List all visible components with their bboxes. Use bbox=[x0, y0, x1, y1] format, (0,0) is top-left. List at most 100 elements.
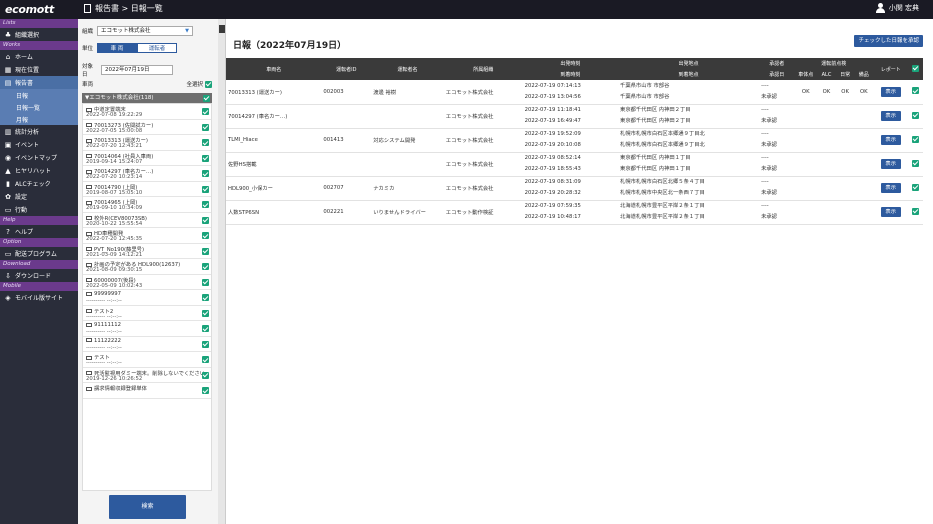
vehicle-checkbox[interactable] bbox=[202, 294, 209, 301]
vehicle-checkbox[interactable] bbox=[202, 371, 209, 379]
vehicle-list-item[interactable]: 70014965 (上岡) 2019-09-10 10:34:09 bbox=[83, 197, 211, 213]
vehicle-list-item[interactable]: 99999997 ---------- --:--:-- bbox=[83, 290, 211, 306]
col-driver[interactable]: 運転者名 bbox=[371, 58, 444, 80]
vehicle-list-item[interactable]: HD車種開発 2022-07-20 12:45:35 bbox=[83, 228, 211, 244]
vehicle-list-item[interactable]: 11122222 ---------- --:--:-- bbox=[83, 337, 211, 352]
col-departure-place[interactable]: 出発地点 bbox=[618, 58, 759, 69]
ecomott-logo[interactable]: ecomott bbox=[5, 3, 54, 16]
col-approve-date[interactable]: 承認日 bbox=[759, 69, 794, 80]
show-report-button[interactable]: 表示 bbox=[880, 183, 901, 193]
row-checkbox[interactable] bbox=[912, 111, 920, 119]
unit-driver-button[interactable]: 運転者 bbox=[137, 43, 177, 53]
vehicle-list-item[interactable]: 70014297 (車名カー…) 2022-07-20 10:23:14 bbox=[83, 166, 211, 182]
row-checkbox[interactable] bbox=[912, 183, 920, 191]
vehicle-list-item[interactable]: 計画の予定がある HDL900(12637) 2021-08-09 09:30:1… bbox=[83, 259, 211, 275]
unit-vehicle-button[interactable]: 車 両 bbox=[97, 43, 137, 53]
sidebar-item[interactable]: ▥ 統計分析 bbox=[0, 125, 78, 138]
org-select[interactable]: エコモット株式会社 ▼ bbox=[97, 26, 193, 36]
vehicle-checkbox[interactable] bbox=[202, 185, 209, 193]
vehicle-checkbox[interactable] bbox=[202, 340, 209, 348]
cell-line: 北海道札幌市豊平区平岸２条１丁目 bbox=[620, 214, 705, 220]
show-report-button[interactable]: 表示 bbox=[880, 135, 901, 145]
vehicle-checkbox[interactable] bbox=[202, 154, 209, 162]
sidebar-item[interactable]: ? ヘルプ bbox=[0, 225, 78, 238]
sidebar-item[interactable]: ⌂ ホーム bbox=[0, 50, 78, 63]
sidebar-item[interactable]: ◈ モバイル版サイト bbox=[0, 291, 78, 304]
sidebar-item[interactable]: ⇩ ダウンロード bbox=[0, 269, 78, 282]
vehicle-checkbox[interactable] bbox=[202, 247, 209, 255]
col-departure-time[interactable]: 出発時刻 bbox=[523, 58, 618, 69]
vehicle-checkbox[interactable] bbox=[202, 325, 209, 332]
cell-driver-id: 002221 bbox=[321, 200, 372, 225]
collapse-arrow-icon[interactable] bbox=[219, 25, 225, 33]
sidebar-item[interactable]: ✿ 設定 bbox=[0, 190, 78, 203]
select-all[interactable]: 全選択 bbox=[186, 80, 212, 88]
sidebar-item[interactable]: ▤ 報告書 bbox=[0, 76, 78, 89]
sidebar-item[interactable]: ◉ イベントマップ bbox=[0, 151, 78, 164]
row-checkbox[interactable] bbox=[912, 87, 920, 95]
sidebar-item[interactable]: ♣ 組織選択 bbox=[0, 28, 78, 41]
user-menu[interactable]: 小関 宏典 bbox=[875, 3, 919, 13]
vehicle-checkbox[interactable] bbox=[202, 356, 209, 363]
report-table: 車両名 運転者ID 運転者名 所属組織 出発時刻 出発地点 承認者 運転前点検 … bbox=[226, 58, 923, 225]
vehicle-list-item[interactable]: 70014790 (上岡) 2019-08-07 15:05:10 bbox=[83, 182, 211, 197]
col-approver[interactable]: 承認者 bbox=[759, 58, 794, 69]
panel-collapse-bar[interactable] bbox=[218, 19, 226, 524]
sidebar-item[interactable]: ▲ ヒヤリハット bbox=[0, 164, 78, 177]
vehicle-checkbox[interactable] bbox=[202, 216, 209, 224]
vehicle-list-item[interactable]: 校外R(CEV80073SB) 2020-10-22 15:55:54 bbox=[83, 213, 211, 228]
sidebar-item[interactable]: 日報 bbox=[0, 89, 78, 101]
header-checkbox[interactable] bbox=[912, 64, 920, 72]
group-checkbox[interactable] bbox=[203, 94, 210, 102]
row-checkbox[interactable] bbox=[912, 159, 920, 167]
show-report-button[interactable]: 表示 bbox=[880, 207, 901, 217]
cell-text: OK bbox=[859, 88, 868, 95]
vehicle-list-item[interactable]: 70014064 (社員入車両) 2019-09-14 15:24:07 bbox=[83, 151, 211, 166]
vehicle-checkbox[interactable] bbox=[202, 139, 209, 146]
sidebar-item[interactable]: ▭ 配送プログラム bbox=[0, 247, 78, 260]
cell-check-result bbox=[794, 200, 818, 225]
vehicle-list[interactable]: 中道定置端末 2022-07-08 19:22:29 70013273 (佐間試カー… bbox=[82, 103, 212, 491]
vehicle-list-item[interactable]: 死活監視用ダミー端末。削除しないでください。 2019-12-26 10:26:5… bbox=[83, 368, 211, 383]
col-org[interactable]: 所属組織 bbox=[444, 58, 523, 80]
sidebar-item[interactable]: 日報一覧 bbox=[0, 101, 78, 113]
sidebar-item[interactable]: ▮ ALCチェック bbox=[0, 177, 78, 190]
vehicle-checkbox[interactable] bbox=[202, 309, 209, 317]
vehicle-list-item[interactable]: PVT_No190(藤里号) 2021-03-09 14:12:21 bbox=[83, 244, 211, 259]
row-checkbox[interactable] bbox=[912, 135, 920, 143]
vehicle-checkbox[interactable] bbox=[202, 387, 209, 394]
col-arrival-place[interactable]: 到着地点 bbox=[618, 69, 759, 80]
show-report-button[interactable]: 表示 bbox=[880, 111, 901, 121]
col-arrival-time[interactable]: 到着時刻 bbox=[523, 69, 618, 80]
sidebar-item[interactable]: 月報 bbox=[0, 113, 78, 125]
vehicle-list-item[interactable]: 中道定置端末 2022-07-08 19:22:29 bbox=[83, 104, 211, 120]
vehicle-list-item[interactable]: 70013313 (運送カー) 2022-07-20 12:43:21 bbox=[83, 135, 211, 151]
show-report-button[interactable]: 表示 bbox=[880, 86, 901, 97]
vehicle-list-item[interactable]: 70013273 (佐間試カー) 2022-07-05 15:00:08 bbox=[83, 120, 211, 135]
row-checkbox[interactable] bbox=[912, 207, 920, 215]
vehicle-checkbox[interactable] bbox=[202, 123, 209, 131]
col-driver-id[interactable]: 運転者ID bbox=[321, 58, 371, 80]
vehicle-checkbox[interactable] bbox=[202, 278, 209, 286]
show-report-button[interactable]: 表示 bbox=[880, 159, 901, 169]
vehicle-list-item[interactable]: テスト2 ---------- --:--:-- bbox=[83, 306, 211, 321]
vehicle-group-header[interactable]: ▼エコモット株式会社(118) bbox=[82, 93, 212, 103]
date-input[interactable]: 2022年07月19日 bbox=[101, 65, 173, 75]
col-vehicle[interactable]: 車両名 bbox=[226, 58, 321, 80]
approve-checked-button[interactable]: チェックした日報を承認 bbox=[854, 35, 923, 47]
vehicle-name-text: 講求情報収録登録単体 bbox=[94, 386, 147, 392]
vehicle-list-item[interactable]: テスト ---------- --:--:-- bbox=[83, 352, 211, 368]
sidebar-item[interactable]: ▣ イベント bbox=[0, 138, 78, 151]
vehicle-checkbox[interactable] bbox=[202, 201, 209, 208]
vehicle-list-item[interactable]: 60000007(後段) 2022-05-09 10:02:43 bbox=[83, 275, 211, 290]
select-all-checkbox[interactable] bbox=[205, 80, 212, 88]
vehicle-checkbox[interactable] bbox=[202, 263, 209, 270]
vehicle-checkbox[interactable] bbox=[202, 108, 209, 115]
sidebar-item[interactable]: ▦ 現在位置 bbox=[0, 63, 78, 76]
sidebar-item[interactable]: ▭ 行動 bbox=[0, 203, 78, 216]
vehicle-checkbox[interactable] bbox=[202, 170, 209, 177]
vehicle-checkbox[interactable] bbox=[202, 232, 209, 239]
vehicle-list-item[interactable]: 91111112 ---------- --:--:-- bbox=[83, 321, 211, 337]
search-button[interactable]: 検索 bbox=[109, 495, 186, 519]
vehicle-list-item[interactable]: 講求情報収録登録単体 bbox=[83, 383, 211, 399]
